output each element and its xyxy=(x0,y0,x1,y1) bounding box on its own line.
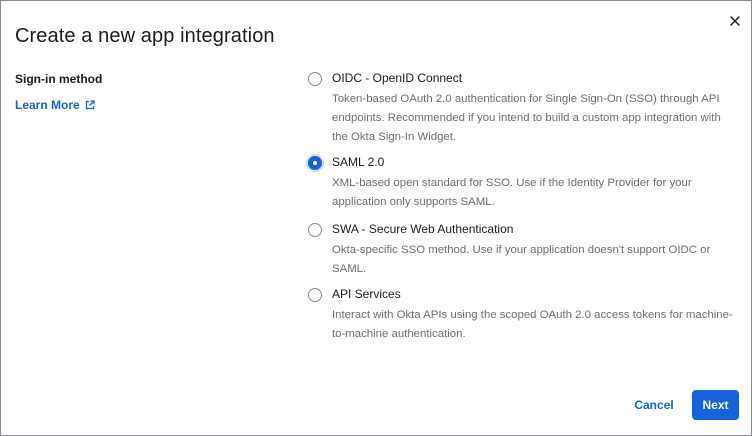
sign-in-method-label: Sign-in method xyxy=(15,72,103,86)
radio-oidc[interactable] xyxy=(308,72,322,86)
option-description: Interact with Okta APIs using the scoped… xyxy=(332,309,733,340)
cancel-button[interactable]: Cancel xyxy=(629,390,679,420)
dialog-title: Create a new app integration xyxy=(15,25,275,47)
next-button[interactable]: Next xyxy=(692,390,739,420)
learn-more-link[interactable]: Learn More xyxy=(15,98,95,112)
option-title[interactable]: API Services xyxy=(332,287,401,301)
option-title[interactable]: SAML 2.0 xyxy=(332,155,384,169)
radio-swa[interactable] xyxy=(308,223,322,237)
option-title[interactable]: SWA - Secure Web Authentication xyxy=(332,222,513,236)
close-button[interactable] xyxy=(727,13,743,29)
option-description: XML-based open standard for SSO. Use if … xyxy=(332,177,692,208)
option-description: Okta-specific SSO method. Use if your ap… xyxy=(332,244,711,275)
radio-api-services[interactable] xyxy=(308,288,322,302)
create-app-integration-dialog: Create a new app integration Sign-in met… xyxy=(0,0,752,436)
close-icon xyxy=(730,16,740,26)
option-title[interactable]: OIDC - OpenID Connect xyxy=(332,71,462,85)
radio-saml[interactable] xyxy=(308,156,322,170)
external-link-icon xyxy=(85,100,95,110)
learn-more-label: Learn More xyxy=(15,98,80,112)
option-description: Token-based OAuth 2.0 authentication for… xyxy=(332,93,721,143)
